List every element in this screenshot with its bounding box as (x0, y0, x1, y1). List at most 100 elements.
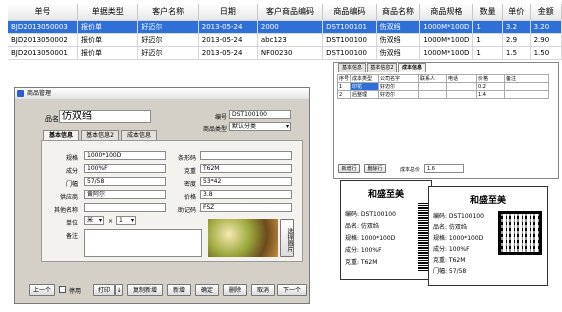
cell: 1 (336, 82, 352, 91)
cell: NF00230 (257, 46, 324, 60)
cell: 后整理 (350, 90, 380, 99)
cell (446, 90, 478, 99)
cell: 1 (472, 33, 503, 47)
cost-row[interactable]: 1 印花 好迈尔 0.2 (336, 82, 549, 91)
cost-header-row: 序号 成本类型 公司名字 联系人 电话 价格 备注 (336, 74, 549, 83)
density-input[interactable]: 53*42 (200, 177, 292, 186)
col-header: 序号 (336, 74, 352, 83)
cell: 好迈尔 (137, 20, 199, 34)
cell: 1.50 (530, 46, 562, 60)
col-header[interactable]: 客户商品编码 (257, 4, 324, 21)
col-header[interactable]: 商品编码 (322, 4, 377, 21)
table-row[interactable]: BJD2013050001 报价单 好迈尔 2013-05-24 NF00230 DST1… (8, 46, 562, 60)
weight-input[interactable]: T62M (200, 164, 292, 173)
label-line: 成分: 100%F (433, 246, 470, 253)
table-row[interactable]: BJD2013050003 报价单 好迈尔 2013-05-24 2000 DST1001… (8, 20, 562, 34)
col-header: 价格 (476, 74, 506, 83)
col-header[interactable]: 单价 (502, 4, 531, 21)
unit-qty-value: 1 (119, 217, 123, 224)
cell: 1 (472, 46, 503, 60)
chevron-down-icon: ▾ (130, 217, 134, 224)
cell: abc123 (257, 33, 324, 47)
select-image-button[interactable]: 选择图片 (280, 219, 294, 257)
table-row[interactable]: BJD2013050002 报价单 好迈尔 2013-05-24 abc123 DST10… (8, 33, 562, 47)
col-header: 成本类型 (350, 74, 380, 83)
col-header[interactable]: 日期 (198, 4, 258, 21)
cell: 好迈尔 (137, 46, 199, 60)
tab-cost-info[interactable]: 成本信息 (121, 130, 157, 140)
new-button[interactable]: 新增 (167, 284, 191, 296)
name-input[interactable]: 仿双绉 (59, 110, 151, 123)
copy-new-button[interactable]: 复制新增 (127, 284, 163, 296)
ok-button[interactable]: 确定 (195, 284, 219, 296)
type-select[interactable]: 默认分类 ▾ (229, 122, 291, 131)
dialog-titlebar: 商品管理 (15, 88, 309, 99)
cancel-button[interactable]: 取消 (251, 284, 275, 296)
label-line: 克重: T62M (345, 259, 378, 266)
col-header[interactable]: 单号 (8, 4, 79, 21)
cell (504, 82, 549, 91)
note-textarea[interactable] (84, 229, 202, 257)
price-input[interactable]: 3.8 (200, 190, 292, 199)
mnemonic-input[interactable]: FSZ (200, 203, 292, 212)
type-select-value: 默认分类 (232, 123, 257, 130)
unit-select[interactable]: 米 ▾ (84, 216, 104, 225)
unit-qty-select[interactable]: 1 ▾ (116, 216, 136, 225)
disable-checkbox[interactable] (59, 286, 66, 293)
unit-multiplier-icon: × (108, 218, 114, 225)
print-button[interactable]: 打印 (93, 284, 115, 296)
cost-row[interactable]: 2 后整理 好迈尔 1.4 (336, 90, 549, 99)
previous-button[interactable]: 上一个 (29, 284, 55, 296)
col-header[interactable]: 单据类型 (77, 4, 139, 21)
col-header[interactable]: 商品名称 (376, 4, 421, 21)
width-input[interactable]: 57/58 (84, 177, 166, 186)
tab-cost-info[interactable]: 成本信息 (398, 63, 426, 72)
cell: 2013-05-24 (198, 20, 258, 34)
type-label: 商品类型 (203, 126, 228, 133)
cell: 3.2 (502, 20, 531, 34)
cell: 伤双绉 (376, 33, 421, 47)
tab-basic-info-2[interactable]: 基本信息2 (367, 63, 397, 72)
barcode-input[interactable] (200, 151, 292, 160)
tab-basic-info-2[interactable]: 基本信息2 (81, 130, 119, 140)
add-row-button[interactable]: 新增行 (338, 164, 360, 173)
label-line: 成分: 100%F (345, 247, 382, 254)
qr-label-card: 和盛至美 编码: DST100100 品名: 仿双绉 规格: 1000*100D… (428, 186, 548, 286)
next-button[interactable]: 下一个 (277, 284, 307, 296)
col-header[interactable]: 数量 (472, 4, 503, 21)
cost-total-field[interactable]: 1.6 (424, 164, 464, 173)
col-header[interactable]: 客户名称 (137, 4, 199, 21)
label-title: 和盛至美 (367, 190, 404, 200)
label-line: 品名: 仿双绉 (345, 223, 379, 230)
col-header[interactable]: 金额 (530, 4, 562, 21)
disable-label: 停用 (69, 288, 82, 295)
supplier-input[interactable]: 黄阿尔 (84, 190, 166, 199)
name-label: 品名 (45, 115, 59, 123)
code-label: 编号 (215, 114, 228, 121)
composition-input[interactable]: 100%F (84, 164, 166, 173)
cell (504, 90, 549, 99)
cell: 伤双绉 (376, 46, 421, 60)
cost-info-panel: 基本信息 基本信息2 成本信息 序号 成本类型 公司名字 联系人 电话 价格 备… (333, 62, 559, 179)
cell: 2 (336, 90, 352, 99)
cell: DST100101 (322, 20, 377, 34)
code-input[interactable]: DST100100 (229, 110, 291, 119)
table-header-row: 单号 单据类型 客户名称 日期 客户商品编码 商品编码 商品名称 商品规格 数量… (8, 4, 562, 21)
cell: 2013-05-24 (198, 46, 258, 60)
col-header: 公司名字 (378, 74, 420, 83)
spec-input[interactable]: 1000*100D (84, 151, 166, 160)
cost-table: 序号 成本类型 公司名字 联系人 电话 价格 备注 1 印花 好迈尔 0.2 2… (336, 74, 549, 99)
tab-basic-info[interactable]: 基本信息 (43, 130, 79, 140)
cell: 1000M*100D (419, 46, 474, 60)
delete-row-button[interactable]: 删除行 (364, 164, 386, 173)
cell: 1.5 (502, 46, 531, 60)
price-label: 价格 (184, 194, 197, 201)
cell: BJD2013050003 (8, 20, 79, 34)
col-header[interactable]: 商品规格 (419, 4, 474, 21)
tab-basic-info[interactable]: 基本信息 (338, 63, 366, 72)
cell (446, 82, 478, 91)
label-title: 和盛至美 (469, 196, 506, 206)
delete-button[interactable]: 删除 (223, 284, 247, 296)
other-name-input[interactable] (84, 203, 166, 212)
print-dropdown-icon[interactable]: ↓ (115, 284, 123, 296)
